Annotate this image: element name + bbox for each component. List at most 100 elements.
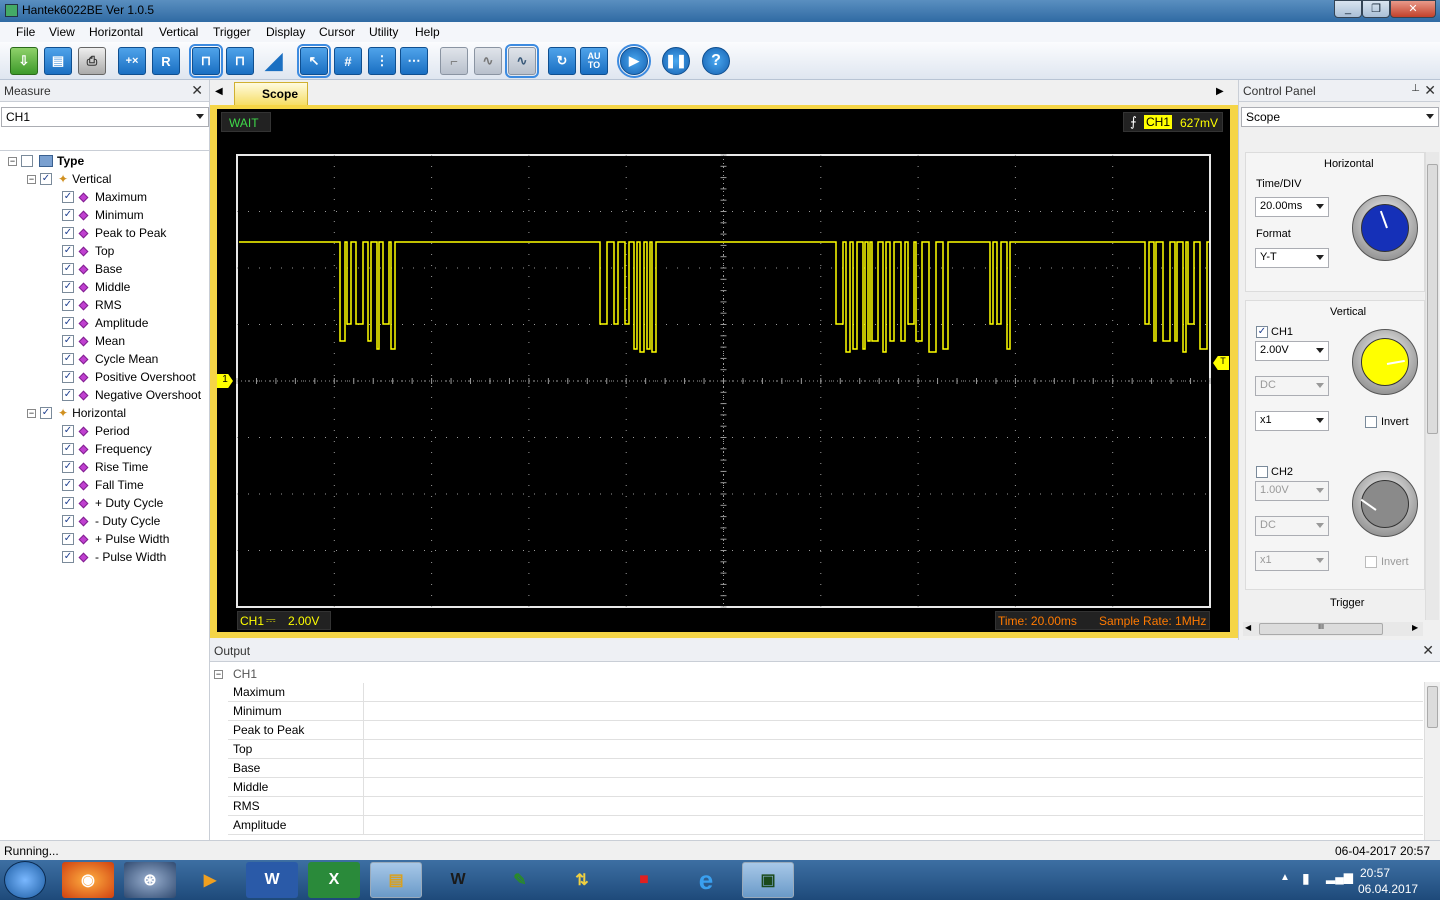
ch2-enable-checkbox[interactable]: CH2: [1256, 466, 1293, 478]
close-icon[interactable]: ✕: [191, 82, 203, 99]
pin-icon[interactable]: ⊥: [1411, 83, 1420, 94]
explorer-icon[interactable]: ▤: [370, 862, 422, 898]
horizontal-cursor-icon[interactable]: ⋯: [400, 47, 428, 75]
output-row[interactable]: Top: [228, 740, 1423, 759]
pulse-measure-icon[interactable]: ⊓: [226, 47, 254, 75]
tree-item[interactable]: ✓ Base: [62, 260, 122, 278]
tab-scope[interactable]: Scope: [234, 82, 308, 106]
rotate-icon[interactable]: ↻: [548, 47, 576, 75]
wireless-app-icon[interactable]: W: [432, 862, 484, 898]
time-div-select[interactable]: 20.00ms: [1255, 197, 1329, 217]
tree-item[interactable]: ✓ Amplitude: [62, 314, 148, 332]
tray-device-icon[interactable]: ▮: [1302, 870, 1310, 887]
play-icon[interactable]: ▶: [617, 44, 651, 78]
output-row[interactable]: Amplitude: [228, 816, 1423, 835]
tree-item[interactable]: ✓ Negative Overshoot: [62, 386, 201, 404]
format-select[interactable]: Y-T: [1255, 248, 1329, 268]
menu-help[interactable]: Help: [415, 25, 440, 39]
ch2-invert-checkbox[interactable]: Invert: [1365, 556, 1409, 568]
control-mode-select[interactable]: Scope: [1241, 107, 1439, 127]
ch2-probe-select[interactable]: x1: [1255, 551, 1329, 571]
output-row[interactable]: Maximum: [228, 683, 1423, 702]
tree-item[interactable]: ✓ Positive Overshoot: [62, 368, 196, 386]
output-row[interactable]: Middle: [228, 778, 1423, 797]
menu-trigger[interactable]: Trigger: [213, 25, 251, 39]
hantek-app-icon[interactable]: ▣: [742, 862, 794, 898]
menu-view[interactable]: View: [49, 25, 75, 39]
output-row[interactable]: Minimum: [228, 702, 1423, 721]
tree-item[interactable]: ✓ Rise Time: [62, 458, 148, 476]
chart-app-icon[interactable]: ■: [618, 862, 670, 898]
tree-root-type[interactable]: − Type: [8, 152, 84, 170]
open-icon[interactable]: ⇩: [10, 47, 38, 75]
tree-item[interactable]: ✓ - Duty Cycle: [62, 512, 160, 530]
tree-item[interactable]: ✓ Frequency: [62, 440, 152, 458]
print-icon[interactable]: ⎙: [78, 47, 106, 75]
pause-icon[interactable]: ❚❚: [662, 47, 690, 75]
menu-display[interactable]: Display: [266, 25, 305, 39]
close-icon[interactable]: ✕: [1422, 642, 1434, 659]
ch1-coupling-select[interactable]: DC: [1255, 376, 1329, 396]
step-wave-icon[interactable]: ⌐: [440, 47, 468, 75]
collapse-icon[interactable]: −: [8, 156, 17, 166]
tree-group-vertical[interactable]: − ✓ ✦ Vertical: [27, 170, 111, 188]
signal-icon[interactable]: ▂▄▆: [1326, 870, 1353, 884]
ch2-coupling-select[interactable]: DC: [1255, 516, 1329, 536]
help-icon[interactable]: ?: [702, 47, 730, 75]
tree-item[interactable]: ✓ Cycle Mean: [62, 350, 158, 368]
collapse-icon[interactable]: −: [214, 669, 223, 679]
sine-wave-icon[interactable]: ∿: [505, 44, 539, 78]
ch2-volts-select[interactable]: 1.00V: [1255, 481, 1329, 501]
pointer-cursor-icon[interactable]: ↖: [297, 44, 331, 78]
tree-item[interactable]: ✓ Middle: [62, 278, 130, 296]
scroll-thumb[interactable]: III: [1259, 623, 1383, 635]
tray-expand-icon[interactable]: ▲: [1280, 872, 1290, 883]
control-vscrollbar[interactable]: [1425, 152, 1439, 620]
scroll-thumb[interactable]: [1427, 164, 1438, 434]
minimize-button[interactable]: _: [1334, 0, 1362, 18]
pulse-trigger-icon[interactable]: ⊓: [189, 44, 223, 78]
save-icon[interactable]: ▤: [44, 47, 72, 75]
menu-file[interactable]: File: [16, 25, 35, 39]
output-group-ch1[interactable]: − CH1: [214, 667, 257, 681]
vertical-cursor-icon[interactable]: ⋮: [368, 47, 396, 75]
ch1-volts-select[interactable]: 2.00V: [1255, 341, 1329, 361]
security-icon[interactable]: ⊛: [124, 862, 176, 898]
internet-explorer-icon[interactable]: e: [680, 862, 732, 898]
tree-item[interactable]: ✓ Fall Time: [62, 476, 144, 494]
menu-cursor[interactable]: Cursor: [319, 25, 355, 39]
restore-button[interactable]: ❐: [1362, 0, 1390, 18]
control-hscrollbar[interactable]: ◀ III ▶: [1243, 622, 1423, 636]
ch2-volts-knob[interactable]: [1352, 471, 1418, 537]
close-button[interactable]: ✕: [1390, 0, 1436, 18]
tree-item[interactable]: ✓ + Duty Cycle: [62, 494, 163, 512]
notepad-icon[interactable]: ✎: [494, 862, 546, 898]
smooth-wave-icon[interactable]: ∿: [474, 47, 502, 75]
media-player-icon[interactable]: ▶: [184, 862, 236, 898]
output-row[interactable]: Peak to Peak: [228, 721, 1423, 740]
scroll-right-icon[interactable]: ▶: [1412, 623, 1418, 632]
output-vscrollbar[interactable]: [1424, 682, 1440, 840]
clock-date[interactable]: 06.04.2017: [1358, 882, 1418, 896]
menu-utility[interactable]: Utility: [369, 25, 398, 39]
ch1-enable-checkbox[interactable]: ✓ CH1: [1256, 326, 1293, 338]
collapse-icon[interactable]: −: [27, 408, 36, 418]
tree-item[interactable]: ✓ Top: [62, 242, 114, 260]
tree-item[interactable]: ✓ RMS: [62, 296, 122, 314]
ramp-icon[interactable]: ◢: [260, 47, 288, 75]
tree-item[interactable]: ✓ Period: [62, 422, 130, 440]
output-row[interactable]: Base: [228, 759, 1423, 778]
word-icon[interactable]: W: [246, 862, 298, 898]
tree-item[interactable]: ✓ Peak to Peak: [62, 224, 166, 242]
scroll-thumb[interactable]: [1427, 686, 1438, 728]
ch1-volts-knob[interactable]: [1352, 329, 1418, 395]
tree-item[interactable]: ✓ + Pulse Width: [62, 530, 169, 548]
menu-vertical[interactable]: Vertical: [159, 25, 198, 39]
close-icon[interactable]: ✕: [1424, 82, 1436, 99]
measure-channel-select[interactable]: CH1: [1, 107, 209, 127]
excel-icon[interactable]: X: [308, 862, 360, 898]
grid-icon[interactable]: #: [334, 47, 362, 75]
tree-item[interactable]: ✓ Maximum: [62, 188, 147, 206]
start-button[interactable]: [4, 861, 46, 899]
firefox-icon[interactable]: ◉: [62, 862, 114, 898]
